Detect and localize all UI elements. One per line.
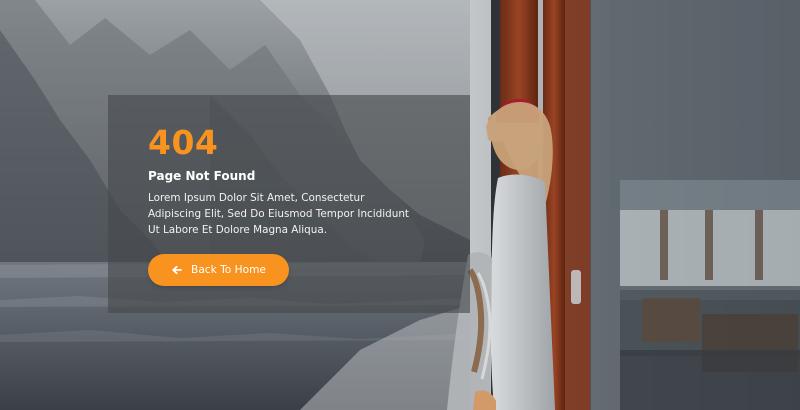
arrow-left-icon: [171, 264, 183, 276]
error-code: 404: [148, 123, 219, 162]
error-page: 404 Page Not Found Lorem Ipsum Dolor Sit…: [0, 0, 800, 410]
back-to-home-label: Back To Home: [191, 264, 266, 276]
error-message: Lorem Ipsum Dolor Sit Amet, Consectetur …: [148, 192, 409, 236]
error-title: Page Not Found: [148, 169, 256, 183]
back-to-home-button[interactable]: Back To Home: [148, 254, 289, 286]
error-content: 404 Page Not Found Lorem Ipsum Dolor Sit…: [148, 124, 448, 238]
